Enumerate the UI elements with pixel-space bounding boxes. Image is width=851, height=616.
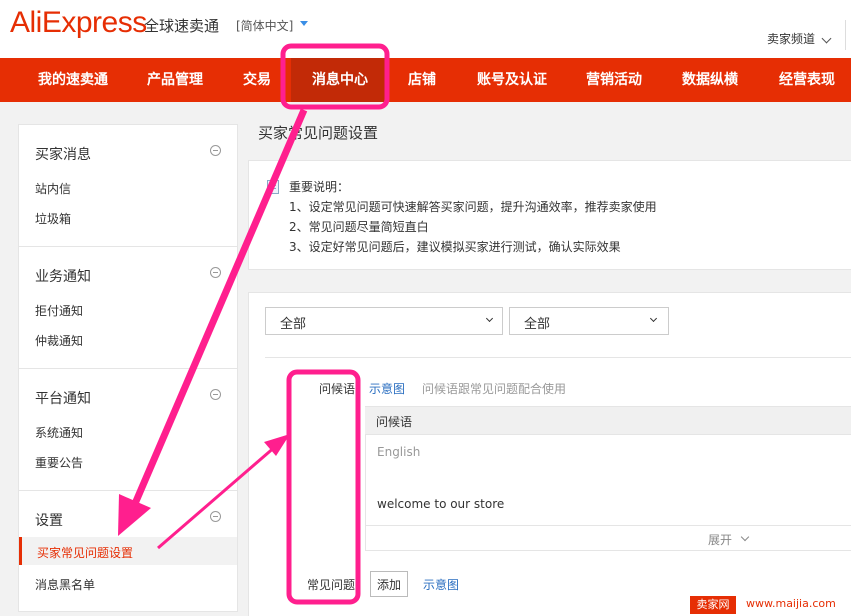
sidebar-divider xyxy=(19,246,237,247)
sidebar-section-platform-notices[interactable]: 平台通知 xyxy=(35,388,91,408)
greeting-example-link[interactable]: 示意图 xyxy=(369,380,405,397)
nav-marketing[interactable]: 营销活动 xyxy=(586,58,642,102)
chevron-down-icon xyxy=(485,314,494,323)
chevron-down-icon xyxy=(740,532,750,542)
category-select-2[interactable]: 全部 xyxy=(509,307,669,335)
greeting-row[interactable]: English welcome to our store xyxy=(365,435,851,525)
expand-label: 展开 xyxy=(708,533,733,547)
select-value: 全部 xyxy=(280,317,307,332)
sidebar-item-faq-settings[interactable]: 买家常见问题设置 xyxy=(19,537,237,565)
language-selector[interactable]: [简体中文] xyxy=(236,17,293,34)
collapse-icon[interactable] xyxy=(210,145,221,156)
notice-title: 重要说明： xyxy=(289,180,350,194)
category-select-1[interactable]: 全部 xyxy=(265,307,503,335)
sidebar-section-buyer-messages[interactable]: 买家消息 xyxy=(35,144,91,164)
sidebar-divider xyxy=(19,368,237,369)
chevron-down-icon xyxy=(649,314,658,323)
top-header: AliExpress 全球速卖通 [简体中文] 卖家频道 xyxy=(0,0,851,58)
sidebar-item-label: 买家常见问题设置 xyxy=(37,546,134,560)
nav-products[interactable]: 产品管理 xyxy=(147,58,203,102)
watermark-badge: 卖家网 xyxy=(690,596,736,614)
collapse-icon[interactable] xyxy=(210,511,221,522)
sidebar-item-blacklist[interactable]: 消息黑名单 xyxy=(35,576,95,593)
sidebar-item-inbox[interactable]: 站内信 xyxy=(35,180,71,197)
faq-example-link[interactable]: 示意图 xyxy=(423,576,459,593)
sidebar-item-chargeback[interactable]: 拒付通知 xyxy=(35,302,83,319)
greeting-label: 问候语 xyxy=(318,382,355,396)
add-faq-button[interactable]: 添加 xyxy=(370,571,408,597)
nav-performance[interactable]: 经营表现 xyxy=(779,58,835,102)
page-title: 买家常见问题设置 xyxy=(258,124,379,142)
sidebar-item-announcement[interactable]: 重要公告 xyxy=(35,454,83,471)
logo-subtitle: 全球速卖通 xyxy=(144,17,220,35)
chevron-down-icon[interactable] xyxy=(821,33,832,44)
greeting-language: English xyxy=(377,445,421,459)
nav-data[interactable]: 数据纵横 xyxy=(682,58,738,102)
panel-divider xyxy=(265,357,851,358)
nav-account[interactable]: 账号及认证 xyxy=(477,58,547,102)
select-value: 全部 xyxy=(524,317,551,332)
collapse-icon[interactable] xyxy=(210,267,221,278)
nav-orders[interactable]: 交易 xyxy=(243,58,271,102)
nav-message-center[interactable]: 消息中心 xyxy=(291,58,389,102)
sidebar-divider xyxy=(19,490,237,491)
collapse-icon[interactable] xyxy=(210,389,221,400)
sidebar-item-system-notice[interactable]: 系统通知 xyxy=(35,424,83,441)
watermark-url: www.maijia.com xyxy=(746,597,836,610)
header-divider xyxy=(845,20,846,50)
caret-down-icon[interactable] xyxy=(300,21,308,26)
sidebar-item-trash[interactable]: 垃圾箱 xyxy=(35,210,71,227)
nav-my-aliexpress[interactable]: 我的速卖通 xyxy=(38,58,108,102)
greeting-text: welcome to our store xyxy=(377,497,505,511)
greeting-hint: 问候语跟常见问题配合使用 xyxy=(422,382,567,396)
notice-box: 重要说明： 1、设定常见问题可快速解答买家问题，提升沟通效率，推荐卖家使用 2、… xyxy=(248,160,851,270)
faq-label: 常见问题 xyxy=(306,578,355,592)
main-nav: 我的速卖通 产品管理 交易 消息中心 店铺 账号及认证 营销活动 数据纵横 经营… xyxy=(0,58,851,102)
notice-line: 2、常见问题尽量简短直白 xyxy=(289,220,429,234)
document-icon xyxy=(267,180,279,194)
aliexpress-logo[interactable]: AliExpress xyxy=(10,6,147,40)
greeting-table-header: 问候语 xyxy=(365,406,851,435)
faq-settings-panel: 全部 全部 问候语 示意图 问候语跟常见问题配合使用 问候语 English w… xyxy=(248,292,851,616)
sidebar-section-business-notices[interactable]: 业务通知 xyxy=(35,266,91,286)
notice-line: 1、设定常见问题可快速解答买家问题，提升沟通效率，推荐卖家使用 xyxy=(289,200,657,214)
nav-store[interactable]: 店铺 xyxy=(408,58,436,102)
sidebar-section-settings[interactable]: 设置 xyxy=(35,510,63,530)
notice-line: 3、设定好常见问题后，建议模拟买家进行测试，确认实际效果 xyxy=(289,240,621,254)
watermark: 卖家网 www.maijia.com xyxy=(690,594,851,616)
sidebar: 买家消息 站内信 垃圾箱 业务通知 拒付通知 仲裁通知 平台通知 系统通知 重要… xyxy=(18,124,238,612)
column-header: 问候语 xyxy=(376,415,413,429)
sidebar-item-arbitration[interactable]: 仲裁通知 xyxy=(35,332,83,349)
buyer-channel-link[interactable]: 卖家频道 xyxy=(767,30,815,47)
expand-toggle[interactable]: 展开 xyxy=(365,525,851,551)
